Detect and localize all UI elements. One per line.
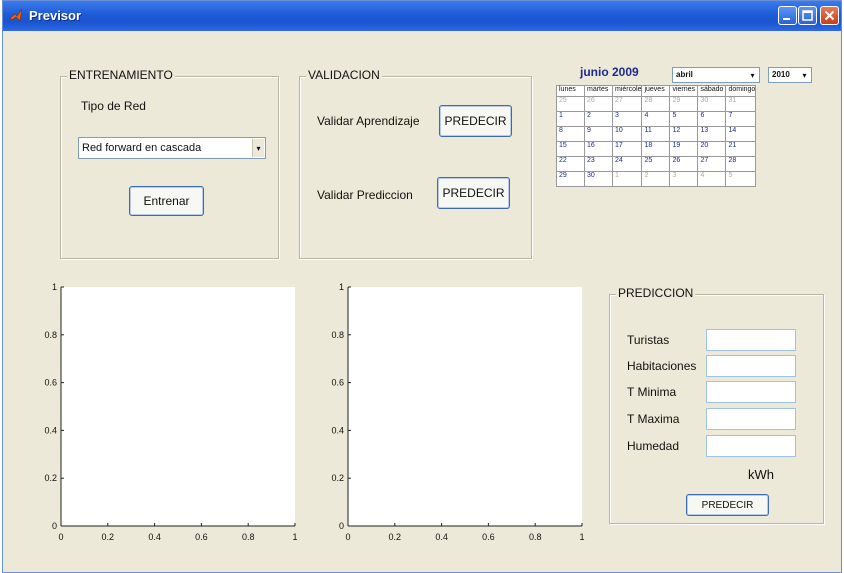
calendar-day-cell[interactable]: 5 — [725, 171, 757, 187]
prediccion-field-input[interactable] — [706, 408, 796, 430]
year-select[interactable]: 2010 ▾ — [768, 67, 812, 83]
x-tick-label: 0.2 — [389, 532, 402, 542]
calendar-day-cell[interactable]: 28 — [641, 96, 671, 112]
chevron-down-icon[interactable]: ▾ — [799, 69, 810, 81]
calendar-day-cell[interactable]: 27 — [697, 156, 727, 172]
calendar-day-cell[interactable]: 5 — [669, 111, 699, 127]
calendar-day-header: miércole — [611, 85, 643, 97]
calendar-day-cell[interactable]: 18 — [641, 141, 671, 157]
x-tick-label: 0.4 — [435, 532, 448, 542]
client-area: ENTRENAMIENTO Tipo de Red Red forward en… — [3, 31, 841, 572]
month-select[interactable]: abril ▾ — [672, 67, 760, 83]
calendar-day-cell[interactable]: 3 — [669, 171, 699, 187]
calendar-day-cell[interactable]: 1 — [611, 171, 643, 187]
calendar-day-cell[interactable]: 30 — [697, 96, 727, 112]
chevron-down-icon[interactable]: ▾ — [747, 69, 758, 81]
calendar-day-cell[interactable]: 29 — [669, 96, 699, 112]
calendar-day-cell[interactable]: 11 — [641, 126, 671, 142]
calendar-day-cell[interactable]: 31 — [725, 96, 757, 112]
title-bar[interactable]: Previsor — [3, 1, 841, 31]
calendar-day-cell[interactable]: 4 — [641, 111, 671, 127]
y-tick-label: 0.4 — [331, 425, 344, 435]
calendar-day-cell[interactable]: 17 — [611, 141, 643, 157]
calendar-day-cell[interactable]: 24 — [611, 156, 643, 172]
calendar-day-cell[interactable]: 7 — [725, 111, 757, 127]
calendar-day-cell[interactable]: 12 — [669, 126, 699, 142]
y-tick-label: 0.8 — [331, 330, 344, 340]
app-window: Previsor ENTRENAMIENTO Tipo de Red Red f… — [2, 0, 842, 573]
calendar-day-cell[interactable]: 25 — [641, 156, 671, 172]
month-value: abril — [676, 70, 693, 79]
x-tick-label: 0.6 — [482, 532, 495, 542]
window-title: Previsor — [29, 8, 82, 23]
prediccion-title: PREDICCION — [616, 286, 696, 300]
close-button[interactable] — [820, 6, 839, 25]
calendar-day-cell[interactable]: 26 — [669, 156, 699, 172]
plot-axes-2: 0 0.2 0.4 0.6 0.8 1 0 0.2 0.4 0.6 0.8 1 — [331, 282, 584, 542]
calendar-day-cell[interactable]: 27 — [611, 96, 643, 112]
predecir-button[interactable]: PREDECIR — [686, 494, 769, 516]
year-value: 2010 — [772, 70, 790, 79]
prediccion-field-input[interactable] — [706, 355, 796, 377]
prediccion-field-label: Habitaciones — [627, 359, 697, 373]
calendar-day-cell[interactable]: 21 — [725, 141, 757, 157]
prediccion-field-input[interactable] — [706, 435, 796, 457]
calendar-day-header: sábado — [697, 85, 727, 97]
minimize-button[interactable] — [778, 6, 797, 25]
x-tick-label: 0 — [345, 532, 350, 542]
maximize-icon — [802, 10, 813, 21]
y-tick-label: 0 — [339, 521, 344, 531]
matlab-icon — [9, 8, 23, 22]
calendar-day-cell[interactable]: 13 — [697, 126, 727, 142]
y-tick-label: 1 — [339, 282, 344, 292]
calendar-day-cell[interactable]: 6 — [697, 111, 727, 127]
calendar-day-cell[interactable]: 14 — [725, 126, 757, 142]
y-tick-label: 0.6 — [331, 378, 344, 388]
x-tick-label: 0.8 — [529, 532, 542, 542]
prediccion-field-input[interactable] — [706, 329, 796, 351]
calendar-day-cell[interactable]: 28 — [725, 156, 757, 172]
close-icon — [824, 10, 835, 21]
calendar-day-header: viernes — [669, 85, 699, 97]
calendar-day-cell[interactable]: 10 — [611, 126, 643, 142]
maximize-button[interactable] — [798, 6, 817, 25]
calendar-day-cell[interactable]: 4 — [697, 171, 727, 187]
minimize-icon — [783, 18, 790, 20]
prediccion-field-label: Humedad — [627, 439, 680, 453]
x-tick-label: 1 — [579, 532, 584, 542]
calendar-day-cell[interactable]: 3 — [611, 111, 643, 127]
calendar-day-cell[interactable]: 2 — [641, 171, 671, 187]
prediccion-field-label: T Maxima — [627, 412, 680, 426]
calendar-day-cell[interactable]: 19 — [669, 141, 699, 157]
kwh-unit-label: kWh — [748, 467, 774, 482]
calendar-day-cell[interactable]: 20 — [697, 141, 727, 157]
y-tick-label: 0.2 — [331, 473, 344, 483]
calendar-day-header: domingo — [725, 85, 757, 97]
calendar-day-header: jueves — [641, 85, 671, 97]
prediccion-field-label: T Minima — [627, 385, 677, 399]
prediccion-field-input[interactable] — [706, 381, 796, 403]
prediccion-field-label: Turistas — [627, 333, 670, 347]
